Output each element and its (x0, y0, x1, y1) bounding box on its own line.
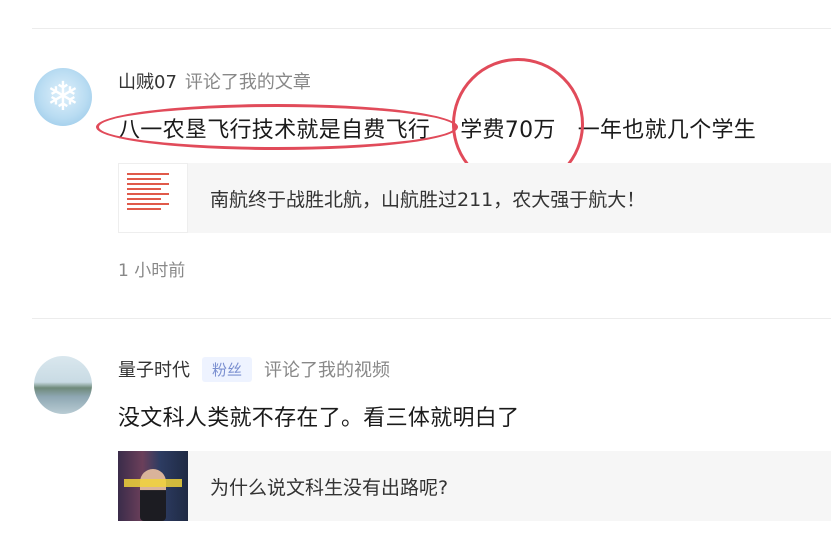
snowflake-icon: ❄ (46, 74, 80, 120)
divider (32, 28, 831, 29)
fan-badge: 粉丝 (202, 356, 253, 382)
article-title[interactable]: 南航终于战胜北航，山航胜过211，农大强于航大！ (210, 185, 645, 212)
comment-action: 评论了我的文章 (184, 72, 311, 93)
avatar[interactable]: ❄ (34, 68, 92, 126)
avatar[interactable] (34, 356, 92, 414)
notifications-page: ❄ 山贼07 评论了我的文章 八一农垦飞行技术就是自费飞行 学费70万 一年也就几个… (0, 0, 831, 537)
comment-text-part2: 学费70万 (460, 118, 556, 143)
divider (32, 318, 831, 319)
referenced-article[interactable]: 南航终于战胜北航，山航胜过211，农大强于航大！ (118, 163, 831, 233)
video-title[interactable]: 为什么说文科生没有出路呢? (210, 473, 448, 500)
article-thumbnail (118, 163, 188, 233)
comment-text: 没文科人类就不存在了。看三体就明白了 (118, 406, 520, 431)
timestamp: 1 小时前 (118, 261, 186, 281)
comment-text-part3: 一年也就几个学生 (577, 118, 757, 143)
comment-text: 八一农垦飞行技术就是自费飞行 学费70万 一年也就几个学生 (118, 112, 756, 144)
comment-action: 评论了我的视频 (264, 360, 391, 381)
video-thumbnail (118, 451, 188, 521)
lake-landscape-icon (34, 356, 92, 414)
comment-text-part1: 八一农垦飞行技术就是自费飞行 (118, 118, 431, 143)
referenced-video[interactable]: 为什么说文科生没有出路呢? (118, 451, 831, 521)
username[interactable]: 山贼07 (118, 68, 177, 94)
username[interactable]: 量子时代 (118, 356, 190, 382)
